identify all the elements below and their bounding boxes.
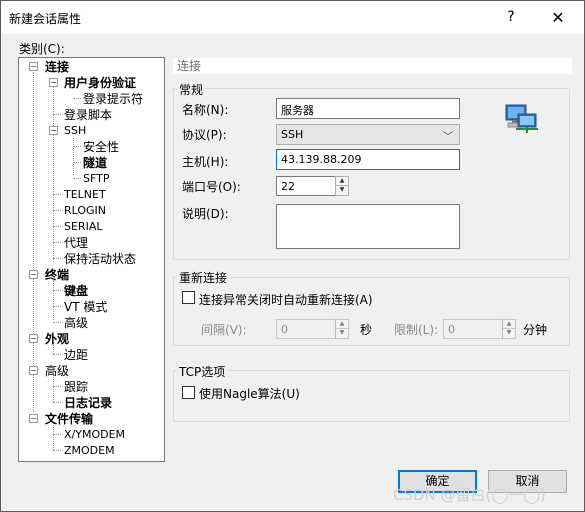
tree-item-rlogin[interactable]: RLOGIN: [64, 204, 106, 218]
tree-item-proxy[interactable]: 代理: [64, 236, 88, 250]
collapse-icon[interactable]: −: [49, 126, 58, 135]
tree-item-zmodem[interactable]: ZMODEM: [64, 444, 115, 458]
interval-stepper[interactable]: ▲ ▼: [335, 319, 349, 339]
spin-down-icon[interactable]: ▼: [336, 186, 348, 195]
tree-item-tunnel[interactable]: 隧道: [83, 156, 107, 170]
category-label: 类别(C):: [19, 42, 65, 56]
tree-item-auth[interactable]: 用户身份验证: [64, 76, 136, 90]
spin-up-icon[interactable]: ▲: [336, 177, 348, 186]
name-input[interactable]: 服务器: [276, 98, 460, 119]
watermark: CSDN @留白(◯一◯): [393, 486, 546, 504]
limit-stepper[interactable]: ▲ ▼: [502, 319, 516, 339]
port-label: 端口号(O):: [182, 180, 241, 194]
collapse-icon[interactable]: −: [29, 366, 38, 375]
tree-item-xymodem[interactable]: X/YMODEM: [64, 428, 125, 442]
spin-up-icon[interactable]: ▲: [503, 320, 515, 329]
window-title: 新建会话属性: [9, 12, 82, 26]
collapse-icon[interactable]: −: [29, 62, 38, 71]
tree-item-security[interactable]: 安全性: [83, 140, 119, 154]
interval-label: 间隔(V):: [201, 323, 247, 337]
host-input[interactable]: 43.139.88.209: [276, 149, 460, 170]
collapse-icon[interactable]: −: [29, 334, 38, 343]
tree-item-serial[interactable]: SERIAL: [64, 220, 102, 234]
reconnect-group-title: 重新连接: [177, 269, 230, 286]
network-computer-icon: [505, 104, 538, 133]
auto-reconnect-label: 连接异常关闭时自动重新连接(A): [199, 293, 373, 307]
collapse-icon[interactable]: −: [29, 414, 38, 423]
tree-item-keyboard[interactable]: 键盘: [64, 284, 88, 298]
help-button[interactable]: ?: [488, 1, 534, 34]
collapse-icon[interactable]: −: [29, 270, 38, 279]
category-tree[interactable]: − 连接 − 用户身份验证 登录提示符 登录脚本 − SSH 安全性 隧道 SF…: [18, 57, 165, 462]
tree-item-terminal[interactable]: 终端: [45, 268, 69, 282]
tree-item-vt-mode[interactable]: VT 模式: [64, 300, 107, 314]
nagle-label: 使用Nagle算法(U): [199, 387, 300, 401]
tree-item-trace[interactable]: 跟踪: [64, 380, 88, 394]
spin-down-icon[interactable]: ▼: [336, 329, 348, 338]
tree-item-logging[interactable]: 日志记录: [64, 396, 112, 410]
spin-up-icon[interactable]: ▲: [336, 320, 348, 329]
tree-item-appearance[interactable]: 外观: [45, 332, 69, 346]
limit-label: 限制(L):: [394, 323, 439, 337]
collapse-icon[interactable]: −: [49, 78, 58, 87]
chevron-down-icon: ﹀: [443, 132, 453, 143]
tree-item-margin[interactable]: 边距: [64, 348, 88, 362]
tcp-options-title: TCP选项: [177, 363, 228, 380]
close-button[interactable]: ✕: [535, 1, 581, 34]
protocol-value: SSH: [281, 128, 304, 141]
port-stepper[interactable]: ▲ ▼: [335, 176, 349, 196]
auto-reconnect-checkbox[interactable]: [182, 291, 195, 304]
port-input[interactable]: 22: [276, 176, 336, 196]
minutes-label: 分钟: [523, 323, 548, 337]
tree-item-login-prompt[interactable]: 登录提示符: [83, 92, 143, 106]
tree-item-connection[interactable]: 连接: [45, 60, 69, 74]
tree-item-advanced-root[interactable]: 高级: [45, 364, 69, 378]
tree-item-telnet[interactable]: TELNET: [64, 188, 106, 202]
spin-down-icon[interactable]: ▼: [503, 329, 515, 338]
tree-item-advanced[interactable]: 高级: [64, 316, 88, 330]
description-input[interactable]: [276, 204, 460, 249]
tree-item-file-transfer[interactable]: 文件传输: [45, 412, 93, 426]
nagle-checkbox[interactable]: [182, 386, 195, 399]
limit-input[interactable]: 0: [443, 319, 503, 339]
tree-item-keepalive[interactable]: 保持活动状态: [64, 252, 136, 266]
tree-item-ssh[interactable]: SSH: [64, 124, 86, 138]
host-label: 主机(H):: [182, 155, 229, 169]
interval-input[interactable]: 0: [276, 319, 336, 339]
tree-item-login-script[interactable]: 登录脚本: [64, 108, 112, 122]
tree-item-sftp[interactable]: SFTP: [83, 172, 109, 186]
title-bar: 新建会话属性 ? ✕: [1, 1, 584, 34]
panel-header: 连接: [173, 58, 572, 74]
general-group-title: 常规: [177, 81, 206, 98]
description-label: 说明(D):: [182, 207, 229, 221]
name-label: 名称(N):: [182, 103, 229, 117]
seconds-label: 秒: [360, 323, 373, 337]
session-properties-dialog: 新建会话属性 ? ✕ 类别(C): − 连接 − 用户身份验证 登录提示符 登录…: [0, 0, 585, 512]
protocol-select[interactable]: SSH ﹀: [276, 124, 460, 145]
protocol-label: 协议(P):: [182, 128, 227, 142]
